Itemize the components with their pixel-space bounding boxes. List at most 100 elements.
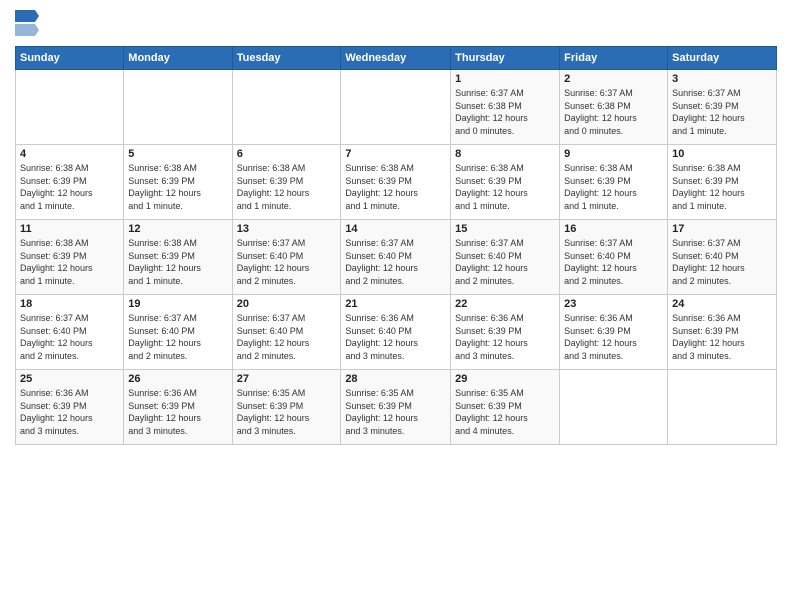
calendar-cell: 19Sunrise: 6:37 AM Sunset: 6:40 PM Dayli… bbox=[124, 295, 232, 370]
week-row-4: 18Sunrise: 6:37 AM Sunset: 6:40 PM Dayli… bbox=[16, 295, 777, 370]
day-info: Sunrise: 6:36 AM Sunset: 6:40 PM Dayligh… bbox=[345, 312, 446, 362]
week-row-3: 11Sunrise: 6:38 AM Sunset: 6:39 PM Dayli… bbox=[16, 220, 777, 295]
day-info: Sunrise: 6:37 AM Sunset: 6:40 PM Dayligh… bbox=[237, 237, 337, 287]
day-info: Sunrise: 6:37 AM Sunset: 6:38 PM Dayligh… bbox=[564, 87, 663, 137]
calendar-cell: 23Sunrise: 6:36 AM Sunset: 6:39 PM Dayli… bbox=[560, 295, 668, 370]
cell-content bbox=[564, 373, 663, 441]
day-number: 13 bbox=[237, 223, 337, 235]
calendar-cell: 16Sunrise: 6:37 AM Sunset: 6:40 PM Dayli… bbox=[560, 220, 668, 295]
calendar-cell: 29 Sunrise: 6:35 AM Sunset: 6:39 PM Dayli… bbox=[451, 370, 560, 445]
day-info: Sunrise: 6:36 AM Sunset: 6:39 PM Dayligh… bbox=[672, 312, 772, 362]
day-info: Sunrise: 6:37 AM Sunset: 6:38 PM Dayligh… bbox=[455, 87, 555, 137]
calendar-cell: 3Sunrise: 6:37 AM Sunset: 6:39 PM Daylig… bbox=[668, 70, 777, 145]
day-number: 8 bbox=[455, 148, 555, 160]
cell-content: 18Sunrise: 6:37 AM Sunset: 6:40 PM Dayli… bbox=[20, 298, 119, 366]
cell-content: 15Sunrise: 6:37 AM Sunset: 6:40 PM Dayli… bbox=[455, 223, 555, 291]
day-number: 26 bbox=[128, 373, 227, 385]
calendar-cell: 20 Sunrise: 6:37 AM Sunset: 6:40 PM Dayli… bbox=[232, 295, 341, 370]
cell-content: 22Sunrise: 6:36 AM Sunset: 6:39 PM Dayli… bbox=[455, 298, 555, 366]
day-number: 19 bbox=[128, 298, 227, 310]
calendar-cell: 14Sunrise: 6:37 AM Sunset: 6:40 PM Dayli… bbox=[341, 220, 451, 295]
day-number: 29 bbox=[455, 373, 555, 385]
day-info: Sunrise: 6:37 AM Sunset: 6:40 PM Dayligh… bbox=[20, 312, 119, 362]
day-info: Sunrise: 6:36 AM Sunset: 6:39 PM Dayligh… bbox=[20, 387, 119, 437]
calendar-cell: 11Sunrise: 6:38 AM Sunset: 6:39 PM Dayli… bbox=[16, 220, 124, 295]
calendar-cell bbox=[232, 70, 341, 145]
calendar-cell: 25Sunrise: 6:36 AM Sunset: 6:39 PM Dayli… bbox=[16, 370, 124, 445]
day-info: Sunrise: 6:35 AM Sunset: 6:39 PM Dayligh… bbox=[237, 387, 337, 437]
calendar-cell: 8 Sunrise: 6:38 AM Sunset: 6:39 PM Daylig… bbox=[451, 145, 560, 220]
cell-content: 23Sunrise: 6:36 AM Sunset: 6:39 PM Dayli… bbox=[564, 298, 663, 366]
day-number: 22 bbox=[455, 298, 555, 310]
cell-content: 16Sunrise: 6:37 AM Sunset: 6:40 PM Dayli… bbox=[564, 223, 663, 291]
day-info: Sunrise: 6:37 AM Sunset: 6:40 PM Dayligh… bbox=[345, 237, 446, 287]
day-number: 3 bbox=[672, 73, 772, 85]
week-row-1: 1Sunrise: 6:37 AM Sunset: 6:38 PM Daylig… bbox=[16, 70, 777, 145]
calendar-cell: 22Sunrise: 6:36 AM Sunset: 6:39 PM Dayli… bbox=[451, 295, 560, 370]
day-info: Sunrise: 6:35 AM Sunset: 6:39 PM Dayligh… bbox=[345, 387, 446, 437]
day-number: 2 bbox=[564, 73, 663, 85]
week-row-5: 25Sunrise: 6:36 AM Sunset: 6:39 PM Dayli… bbox=[16, 370, 777, 445]
day-header-thursday: Thursday bbox=[451, 47, 560, 70]
day-header-wednesday: Wednesday bbox=[341, 47, 451, 70]
cell-content: 19Sunrise: 6:37 AM Sunset: 6:40 PM Dayli… bbox=[128, 298, 227, 366]
day-number: 24 bbox=[672, 298, 772, 310]
calendar-cell: 27 Sunrise: 6:35 AM Sunset: 6:39 PM Dayli… bbox=[232, 370, 341, 445]
day-number: 12 bbox=[128, 223, 227, 235]
cell-content: 24 Sunrise: 6:36 AM Sunset: 6:39 PM Dayli… bbox=[672, 298, 772, 366]
cell-content: 12Sunrise: 6:38 AM Sunset: 6:39 PM Dayli… bbox=[128, 223, 227, 291]
calendar-cell: 10Sunrise: 6:38 AM Sunset: 6:39 PM Dayli… bbox=[668, 145, 777, 220]
cell-content: 25Sunrise: 6:36 AM Sunset: 6:39 PM Dayli… bbox=[20, 373, 119, 441]
day-info: Sunrise: 6:37 AM Sunset: 6:40 PM Dayligh… bbox=[455, 237, 555, 287]
calendar-cell: 2 Sunrise: 6:37 AM Sunset: 6:38 PM Daylig… bbox=[560, 70, 668, 145]
day-info: Sunrise: 6:38 AM Sunset: 6:39 PM Dayligh… bbox=[564, 162, 663, 212]
day-header-monday: Monday bbox=[124, 47, 232, 70]
day-info: Sunrise: 6:37 AM Sunset: 6:40 PM Dayligh… bbox=[564, 237, 663, 287]
calendar-cell: 13 Sunrise: 6:37 AM Sunset: 6:40 PM Dayli… bbox=[232, 220, 341, 295]
week-row-2: 4Sunrise: 6:38 AM Sunset: 6:39 PM Daylig… bbox=[16, 145, 777, 220]
page: SundayMondayTuesdayWednesdayThursdayFrid… bbox=[0, 0, 792, 612]
day-info: Sunrise: 6:38 AM Sunset: 6:39 PM Dayligh… bbox=[20, 162, 119, 212]
day-number: 10 bbox=[672, 148, 772, 160]
cell-content bbox=[237, 73, 337, 141]
cell-content bbox=[128, 73, 227, 141]
day-number: 23 bbox=[564, 298, 663, 310]
cell-content bbox=[672, 373, 772, 441]
logo bbox=[15, 10, 43, 38]
day-number: 17 bbox=[672, 223, 772, 235]
day-info: Sunrise: 6:38 AM Sunset: 6:39 PM Dayligh… bbox=[237, 162, 337, 212]
day-number: 6 bbox=[237, 148, 337, 160]
cell-content: 29 Sunrise: 6:35 AM Sunset: 6:39 PM Dayli… bbox=[455, 373, 555, 441]
day-number: 20 bbox=[237, 298, 337, 310]
day-info: Sunrise: 6:38 AM Sunset: 6:39 PM Dayligh… bbox=[345, 162, 446, 212]
cell-content: 3Sunrise: 6:37 AM Sunset: 6:39 PM Daylig… bbox=[672, 73, 772, 141]
day-number: 28 bbox=[345, 373, 446, 385]
calendar-cell: 24 Sunrise: 6:36 AM Sunset: 6:39 PM Dayli… bbox=[668, 295, 777, 370]
cell-content: 14Sunrise: 6:37 AM Sunset: 6:40 PM Dayli… bbox=[345, 223, 446, 291]
day-header-sunday: Sunday bbox=[16, 47, 124, 70]
cell-content: 11Sunrise: 6:38 AM Sunset: 6:39 PM Dayli… bbox=[20, 223, 119, 291]
calendar: SundayMondayTuesdayWednesdayThursdayFrid… bbox=[15, 46, 777, 445]
day-number: 27 bbox=[237, 373, 337, 385]
logo-icon bbox=[15, 10, 39, 38]
day-info: Sunrise: 6:37 AM Sunset: 6:40 PM Dayligh… bbox=[237, 312, 337, 362]
day-info: Sunrise: 6:38 AM Sunset: 6:39 PM Dayligh… bbox=[455, 162, 555, 212]
cell-content bbox=[345, 73, 446, 141]
calendar-cell: 1Sunrise: 6:37 AM Sunset: 6:38 PM Daylig… bbox=[451, 70, 560, 145]
calendar-cell bbox=[668, 370, 777, 445]
calendar-cell bbox=[560, 370, 668, 445]
day-number: 5 bbox=[128, 148, 227, 160]
day-info: Sunrise: 6:38 AM Sunset: 6:39 PM Dayligh… bbox=[128, 162, 227, 212]
cell-content: 13 Sunrise: 6:37 AM Sunset: 6:40 PM Dayli… bbox=[237, 223, 337, 291]
day-info: Sunrise: 6:35 AM Sunset: 6:39 PM Dayligh… bbox=[455, 387, 555, 437]
calendar-cell: 12Sunrise: 6:38 AM Sunset: 6:39 PM Dayli… bbox=[124, 220, 232, 295]
calendar-cell: 18Sunrise: 6:37 AM Sunset: 6:40 PM Dayli… bbox=[16, 295, 124, 370]
cell-content: 10Sunrise: 6:38 AM Sunset: 6:39 PM Dayli… bbox=[672, 148, 772, 216]
day-number: 11 bbox=[20, 223, 119, 235]
cell-content: 9Sunrise: 6:38 AM Sunset: 6:39 PM Daylig… bbox=[564, 148, 663, 216]
calendar-cell: 4Sunrise: 6:38 AM Sunset: 6:39 PM Daylig… bbox=[16, 145, 124, 220]
header bbox=[15, 10, 777, 38]
calendar-cell bbox=[341, 70, 451, 145]
day-info: Sunrise: 6:36 AM Sunset: 6:39 PM Dayligh… bbox=[128, 387, 227, 437]
cell-content: 4Sunrise: 6:38 AM Sunset: 6:39 PM Daylig… bbox=[20, 148, 119, 216]
